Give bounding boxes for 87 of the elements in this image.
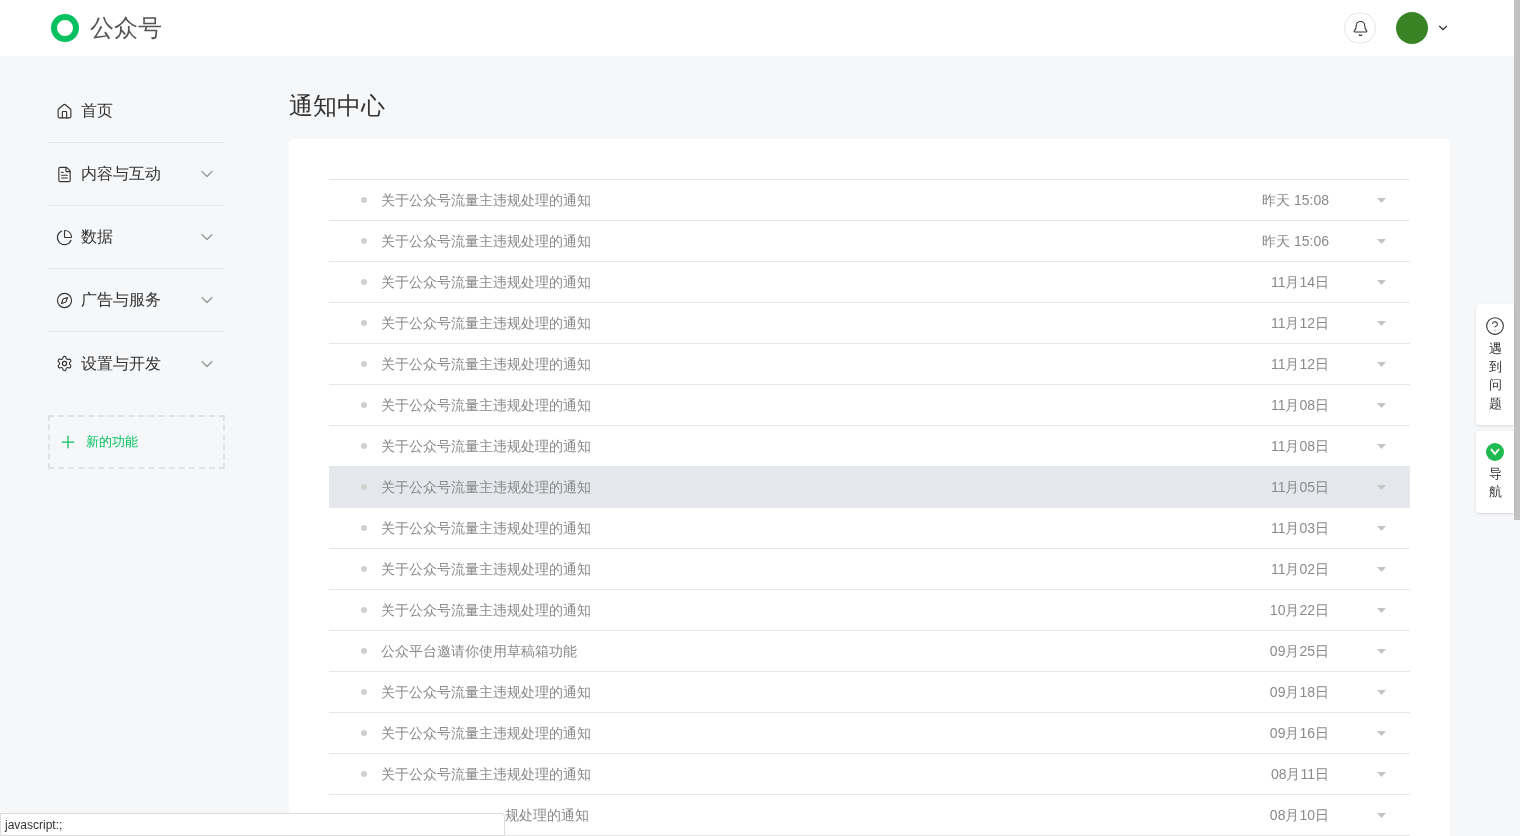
notification-title: 关于公众号流量主违规处理的通知 [381, 313, 592, 333]
bullet-icon [361, 320, 367, 326]
notification-title: 关于公众号流量主违规处理的通知 [381, 477, 592, 497]
bullet-icon [361, 648, 367, 654]
help-widget[interactable]: 遇到问题 [1476, 304, 1514, 425]
bell-icon [1351, 19, 1369, 37]
dropdown-arrow-icon[interactable] [1377, 443, 1386, 449]
bullet-icon [361, 197, 367, 203]
dropdown-arrow-icon[interactable] [1377, 648, 1386, 654]
notification-time: 11月14日 [1270, 272, 1329, 292]
bullet-icon [361, 730, 367, 736]
notification-title: 关于公众号流量主违规处理的通知 [381, 436, 592, 456]
notification-time: 11月12日 [1270, 354, 1329, 374]
dropdown-arrow-icon[interactable] [1377, 812, 1386, 818]
bullet-icon [361, 689, 367, 695]
notification-time: 昨天 15:06 [1262, 231, 1329, 251]
bullet-icon [361, 279, 367, 285]
settings-icon [56, 355, 73, 372]
notification-title: 关于公众号流量主违规处理的通知 [381, 600, 592, 620]
document-icon [56, 165, 73, 183]
sidebar-item[interactable]: 首页 [48, 80, 225, 143]
notification-title: 关于公众号流量主违规处理的通知 [381, 764, 592, 784]
dropdown-arrow-icon[interactable] [1377, 484, 1386, 490]
sidebar-item[interactable]: 设置与开发 [48, 332, 225, 395]
compass-icon [56, 291, 73, 309]
notification-time: 09月18日 [1269, 682, 1329, 702]
bullet-icon [361, 402, 367, 408]
notification-time: 11月02日 [1270, 559, 1329, 579]
dropdown-arrow-icon[interactable] [1377, 689, 1386, 695]
avatar[interactable] [1396, 12, 1428, 44]
help-icon [1485, 316, 1505, 336]
bullet-icon [361, 484, 367, 490]
home-icon [56, 102, 73, 120]
notification-title: 关于公众号流量主违规处理的通知 [381, 395, 592, 415]
bullet-icon [361, 566, 367, 572]
notification-time: 11月08日 [1270, 436, 1329, 456]
dropdown-arrow-icon[interactable] [1377, 402, 1386, 408]
bullet-icon [361, 361, 367, 367]
sidebar-item[interactable]: 数据 [48, 206, 225, 269]
notification-title: 关于公众号流量主违规处理的通知 [381, 682, 592, 702]
notification-time: 09月25日 [1269, 641, 1329, 661]
dropdown-arrow-icon[interactable] [1377, 730, 1386, 736]
dropdown-arrow-icon[interactable] [1377, 238, 1386, 244]
bullet-icon [361, 607, 367, 613]
sidebar-item[interactable]: 内容与互动 [48, 143, 225, 206]
dropdown-arrow-icon[interactable] [1377, 320, 1386, 326]
page-title: 通知中心 [289, 91, 386, 121]
new-feature-button[interactable]: 新的功能 [48, 415, 225, 469]
dropdown-arrow-icon[interactable] [1377, 279, 1386, 285]
bullet-icon [361, 771, 367, 777]
notification-time: 08月11日 [1270, 764, 1329, 784]
notification-time: 10月22日 [1269, 600, 1329, 620]
notification-row[interactable]: 关于公众号流量主违规处理的通知 11月05日 [329, 467, 1410, 508]
notification-time: 11月08日 [1270, 395, 1329, 415]
pie-chart-icon [56, 228, 73, 246]
dropdown-arrow-icon[interactable] [1377, 361, 1386, 367]
notification-time: 11月05日 [1270, 477, 1329, 497]
logo-icon [48, 11, 82, 45]
notification-time: 昨天 15:08 [1262, 190, 1329, 210]
notification-title: 关于公众号流量主违规处理的通知 [381, 559, 592, 579]
notification-title: 关于公众号流量主违规处理的通知 [381, 272, 592, 292]
dropdown-arrow-icon[interactable] [1377, 771, 1386, 777]
bullet-icon [361, 443, 367, 449]
notification-title: 关于公众号流量主违规处理的通知 [381, 354, 592, 374]
dropdown-arrow-icon[interactable] [1377, 607, 1386, 613]
link-tooltip: javascript:; [0, 813, 505, 836]
notification-time: 08月10日 [1269, 805, 1329, 825]
checkmark-icon [1486, 442, 1504, 461]
dropdown-arrow-icon[interactable] [1377, 525, 1386, 531]
notification-title: 关于公众号流量主违规处理的通知 [381, 231, 592, 251]
notification-button[interactable] [1344, 12, 1376, 44]
dropdown-arrow-icon[interactable] [1377, 197, 1386, 203]
notification-title: 关于公众号流量主违规处理的通知 [381, 723, 592, 743]
scrollbar[interactable] [1514, 0, 1520, 520]
notification-time: 09月16日 [1269, 723, 1329, 743]
notification-time: 11月12日 [1270, 313, 1329, 333]
notification-title: 关于公众号流量主违规处理的通知 [381, 190, 592, 210]
brand-name: 公众号 [90, 13, 162, 43]
nav-widget[interactable]: 导航 [1476, 430, 1514, 514]
bullet-icon [361, 525, 367, 531]
notification-title: 规处理的通知 [505, 805, 590, 825]
bullet-icon [361, 238, 367, 244]
notification-time: 11月03日 [1270, 518, 1329, 538]
dropdown-arrow-icon[interactable] [1377, 566, 1386, 572]
notification-title: 关于公众号流量主违规处理的通知 [381, 518, 592, 538]
sidebar-item[interactable]: 广告与服务 [48, 269, 225, 332]
notification-title: 公众平台邀请你使用草稿箱功能 [381, 641, 578, 661]
